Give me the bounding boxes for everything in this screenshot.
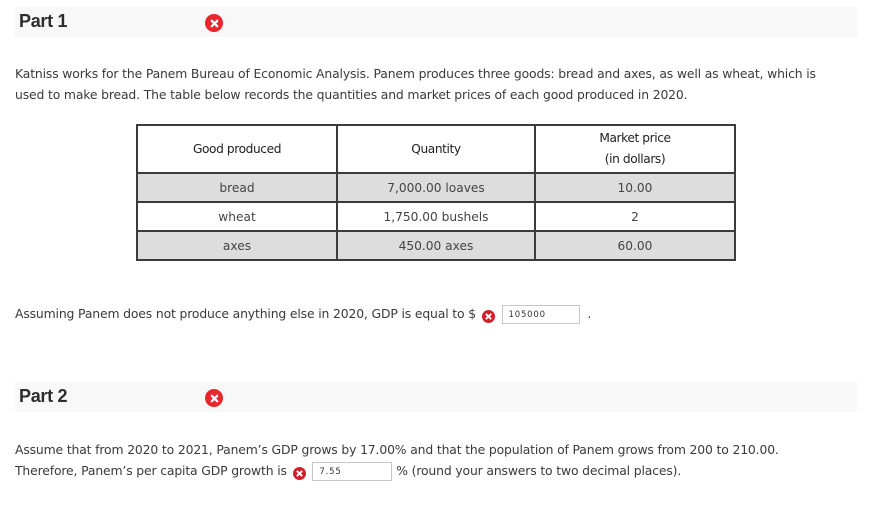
gdp-question: Assuming Panem does not produce anything… — [15, 303, 591, 324]
table-header-row: Good produced Quantity Market price (in … — [136, 124, 736, 174]
cell-good: bread — [136, 172, 338, 203]
table-row: axes 450.00 axes 60.00 — [136, 230, 736, 261]
part2-line-2: Therefore, Panem’s per capita GDP growth… — [15, 460, 779, 481]
part2-title: Part 2 — [19, 386, 68, 406]
cell-price: 10.00 — [534, 172, 736, 203]
part1-title: Part 1 — [19, 11, 68, 31]
table-row: bread 7,000.00 loaves 10.00 — [136, 172, 736, 203]
cell-quantity: 450.00 axes — [336, 230, 536, 261]
cell-quantity: 7,000.00 loaves — [336, 172, 536, 203]
gdp-answer-input[interactable]: 105000 — [501, 305, 580, 324]
header-good-produced: Good produced — [136, 124, 338, 174]
part2-header: Part 2 — [15, 382, 857, 412]
header-market-price-line1: Market price — [599, 131, 671, 145]
part2-line-1: Assume that from 2020 to 2021, Panem’s G… — [15, 442, 779, 457]
intro-line-2: used to make bread. The table below reco… — [15, 87, 688, 102]
growth-question-suffix: % (round your answers to two decimal pla… — [396, 463, 682, 478]
error-x-icon — [481, 310, 495, 323]
header-market-price-line2: (in dollars) — [604, 152, 666, 166]
part2-question: Assume that from 2020 to 2021, Panem’s G… — [15, 439, 779, 481]
cell-price: 2 — [534, 201, 736, 232]
error-x-icon — [205, 14, 223, 32]
table-row: wheat 1,750.00 bushels 2 — [136, 201, 736, 232]
cell-good: axes — [136, 230, 338, 261]
part1-header: Part 1 — [15, 7, 857, 37]
error-x-icon — [292, 467, 306, 480]
gdp-question-suffix: . — [587, 306, 592, 321]
header-market-price: Market price (in dollars) — [534, 124, 736, 174]
intro-line-1: Katniss works for the Panem Bureau of Ec… — [15, 66, 816, 81]
part1-intro: Katniss works for the Panem Bureau of Ec… — [15, 63, 816, 105]
growth-question-text: Therefore, Panem’s per capita GDP growth… — [15, 463, 287, 478]
growth-answer-input[interactable]: 7.55 — [312, 462, 393, 481]
header-quantity: Quantity — [336, 124, 536, 174]
cell-quantity: 1,750.00 bushels — [336, 201, 536, 232]
goods-table: Good produced Quantity Market price (in … — [136, 124, 736, 261]
cell-price: 60.00 — [534, 230, 736, 261]
cell-good: wheat — [136, 201, 338, 232]
gdp-question-text: Assuming Panem does not produce anything… — [15, 306, 476, 321]
error-x-icon — [205, 389, 223, 407]
